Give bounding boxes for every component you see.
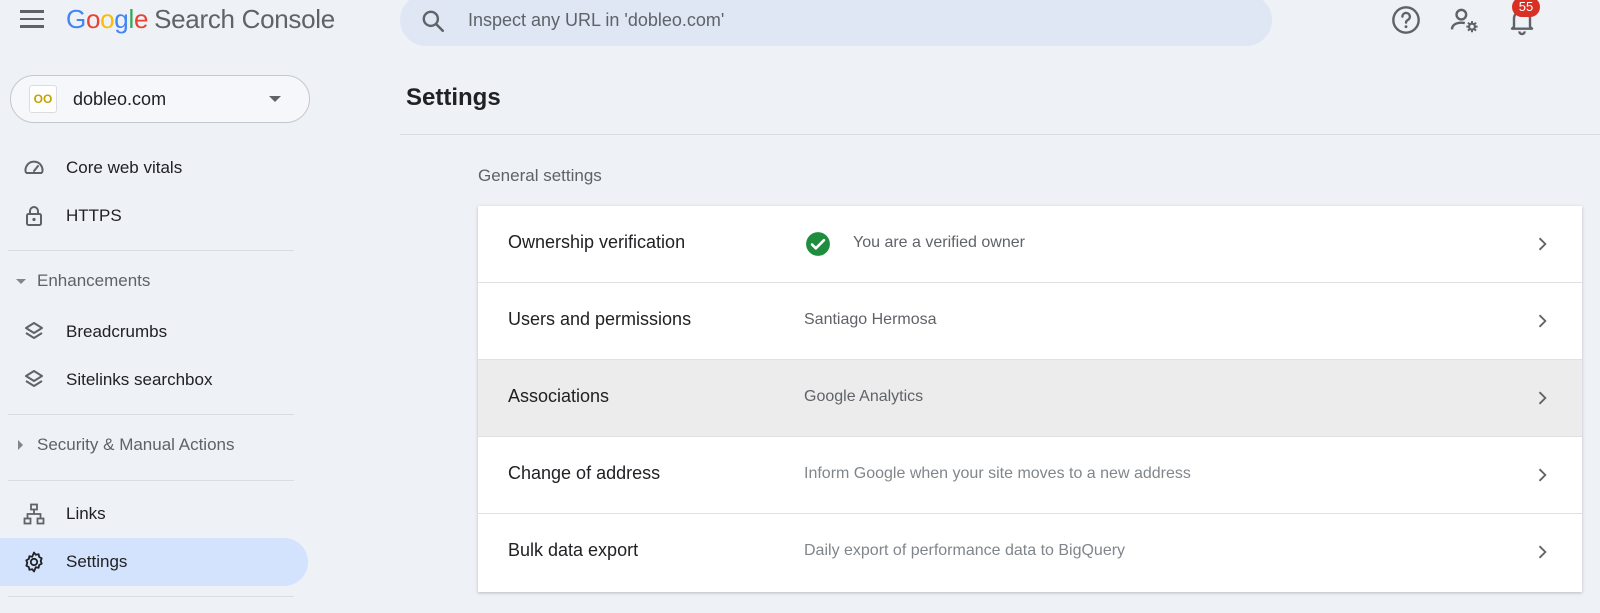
verified-check-icon xyxy=(806,232,830,256)
sidebar-divider xyxy=(8,250,294,251)
general-settings-card: Ownership verification You are a verifie… xyxy=(478,206,1582,592)
gear-icon xyxy=(25,551,43,573)
lock-icon xyxy=(26,206,42,226)
chevron-right-icon xyxy=(1538,391,1547,405)
sidebar-item-breadcrumbs[interactable]: Breadcrumbs xyxy=(0,308,308,356)
sidebar-item-sitelinks-searchbox[interactable]: Sitelinks searchbox xyxy=(0,356,308,404)
settings-row-users-and-permissions[interactable]: Users and permissions Santiago Hermosa xyxy=(478,283,1582,360)
sidebar-divider xyxy=(8,414,294,415)
layers-icon xyxy=(25,322,43,339)
chevron-right-icon xyxy=(1538,468,1547,482)
sidebar-section-enhancements[interactable]: Enhancements xyxy=(0,267,308,299)
sidebar-item-settings[interactable]: Settings xyxy=(0,538,308,586)
product-logo[interactable]: Google Search Console xyxy=(66,4,335,35)
url-inspection-input[interactable] xyxy=(468,6,1228,34)
row-value: Santiago Hermosa xyxy=(804,311,937,328)
sidebar-item-core-web-vitals[interactable]: Core web vitals xyxy=(0,144,308,192)
search-console-app: GoogleSearch Console 55 OO dobleo.com xyxy=(0,0,1600,613)
settings-row-ownership-verification[interactable]: Ownership verification You are a verifie… xyxy=(478,206,1582,283)
product-name: Search Console xyxy=(154,4,335,34)
expand-caret-icon xyxy=(18,440,23,450)
property-name: dobleo.com xyxy=(73,89,167,109)
user-settings-icon[interactable] xyxy=(1448,4,1480,36)
sidebar-item-https[interactable]: HTTPS xyxy=(0,192,308,240)
chevron-right-icon xyxy=(1538,314,1547,328)
section-title: General settings xyxy=(478,166,602,185)
help-icon[interactable] xyxy=(1390,4,1422,36)
chevron-right-icon xyxy=(1538,237,1547,251)
collapse-caret-icon xyxy=(16,279,26,284)
property-selector[interactable]: OO dobleo.com xyxy=(10,75,310,123)
page-title: Settings xyxy=(406,84,501,111)
notification-count-badge: 55 xyxy=(1512,0,1540,17)
sidebar-item-links[interactable]: Links xyxy=(0,490,308,538)
dropdown-arrow-icon xyxy=(269,96,281,102)
site-favicon: OO xyxy=(29,85,57,113)
settings-row-bulk-data-export[interactable]: Bulk data export Daily export of perform… xyxy=(478,514,1582,592)
settings-row-change-of-address[interactable]: Change of address Inform Google when you… xyxy=(478,437,1582,514)
sidebar-section-security[interactable]: Security & Manual Actions xyxy=(0,431,308,463)
sidebar-divider xyxy=(8,480,294,481)
row-value: Daily export of performance data to BigQ… xyxy=(804,542,1126,559)
search-icon[interactable] xyxy=(420,8,446,34)
speedometer-icon xyxy=(24,160,44,174)
row-value: Google Analytics xyxy=(804,388,924,405)
layers-icon xyxy=(25,370,43,387)
header-divider xyxy=(400,134,1600,135)
chevron-right-icon xyxy=(1538,545,1547,559)
row-value: You are a verified owner xyxy=(853,234,1025,251)
main-menu-icon[interactable] xyxy=(20,10,44,28)
links-icon xyxy=(23,503,45,525)
row-value: Inform Google when your site moves to a … xyxy=(804,465,1191,482)
sidebar-divider xyxy=(8,596,294,597)
settings-row-associations[interactable]: Associations Google Analytics xyxy=(478,360,1582,437)
url-inspection-search[interactable] xyxy=(400,0,1272,46)
